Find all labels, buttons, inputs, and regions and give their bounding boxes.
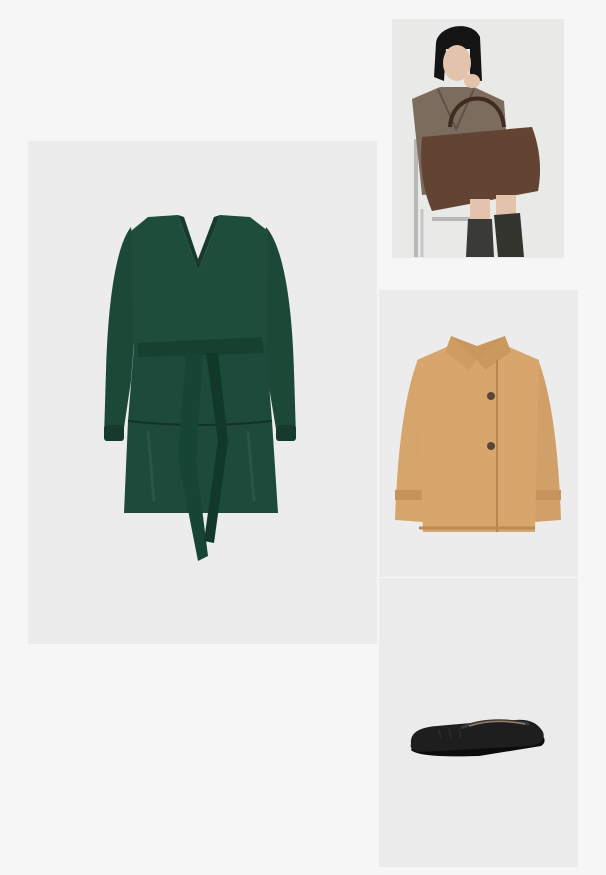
dress-image bbox=[104, 215, 296, 561]
product-tile-dress[interactable] bbox=[28, 141, 377, 644]
product-tile-shoe[interactable] bbox=[379, 578, 578, 867]
product-tile-bag[interactable] bbox=[392, 19, 564, 258]
product-tile-jacket[interactable] bbox=[379, 290, 578, 577]
short-coat-image bbox=[395, 336, 561, 532]
model-with-bag-image bbox=[412, 26, 540, 257]
ballet-flat-image bbox=[410, 719, 545, 757]
